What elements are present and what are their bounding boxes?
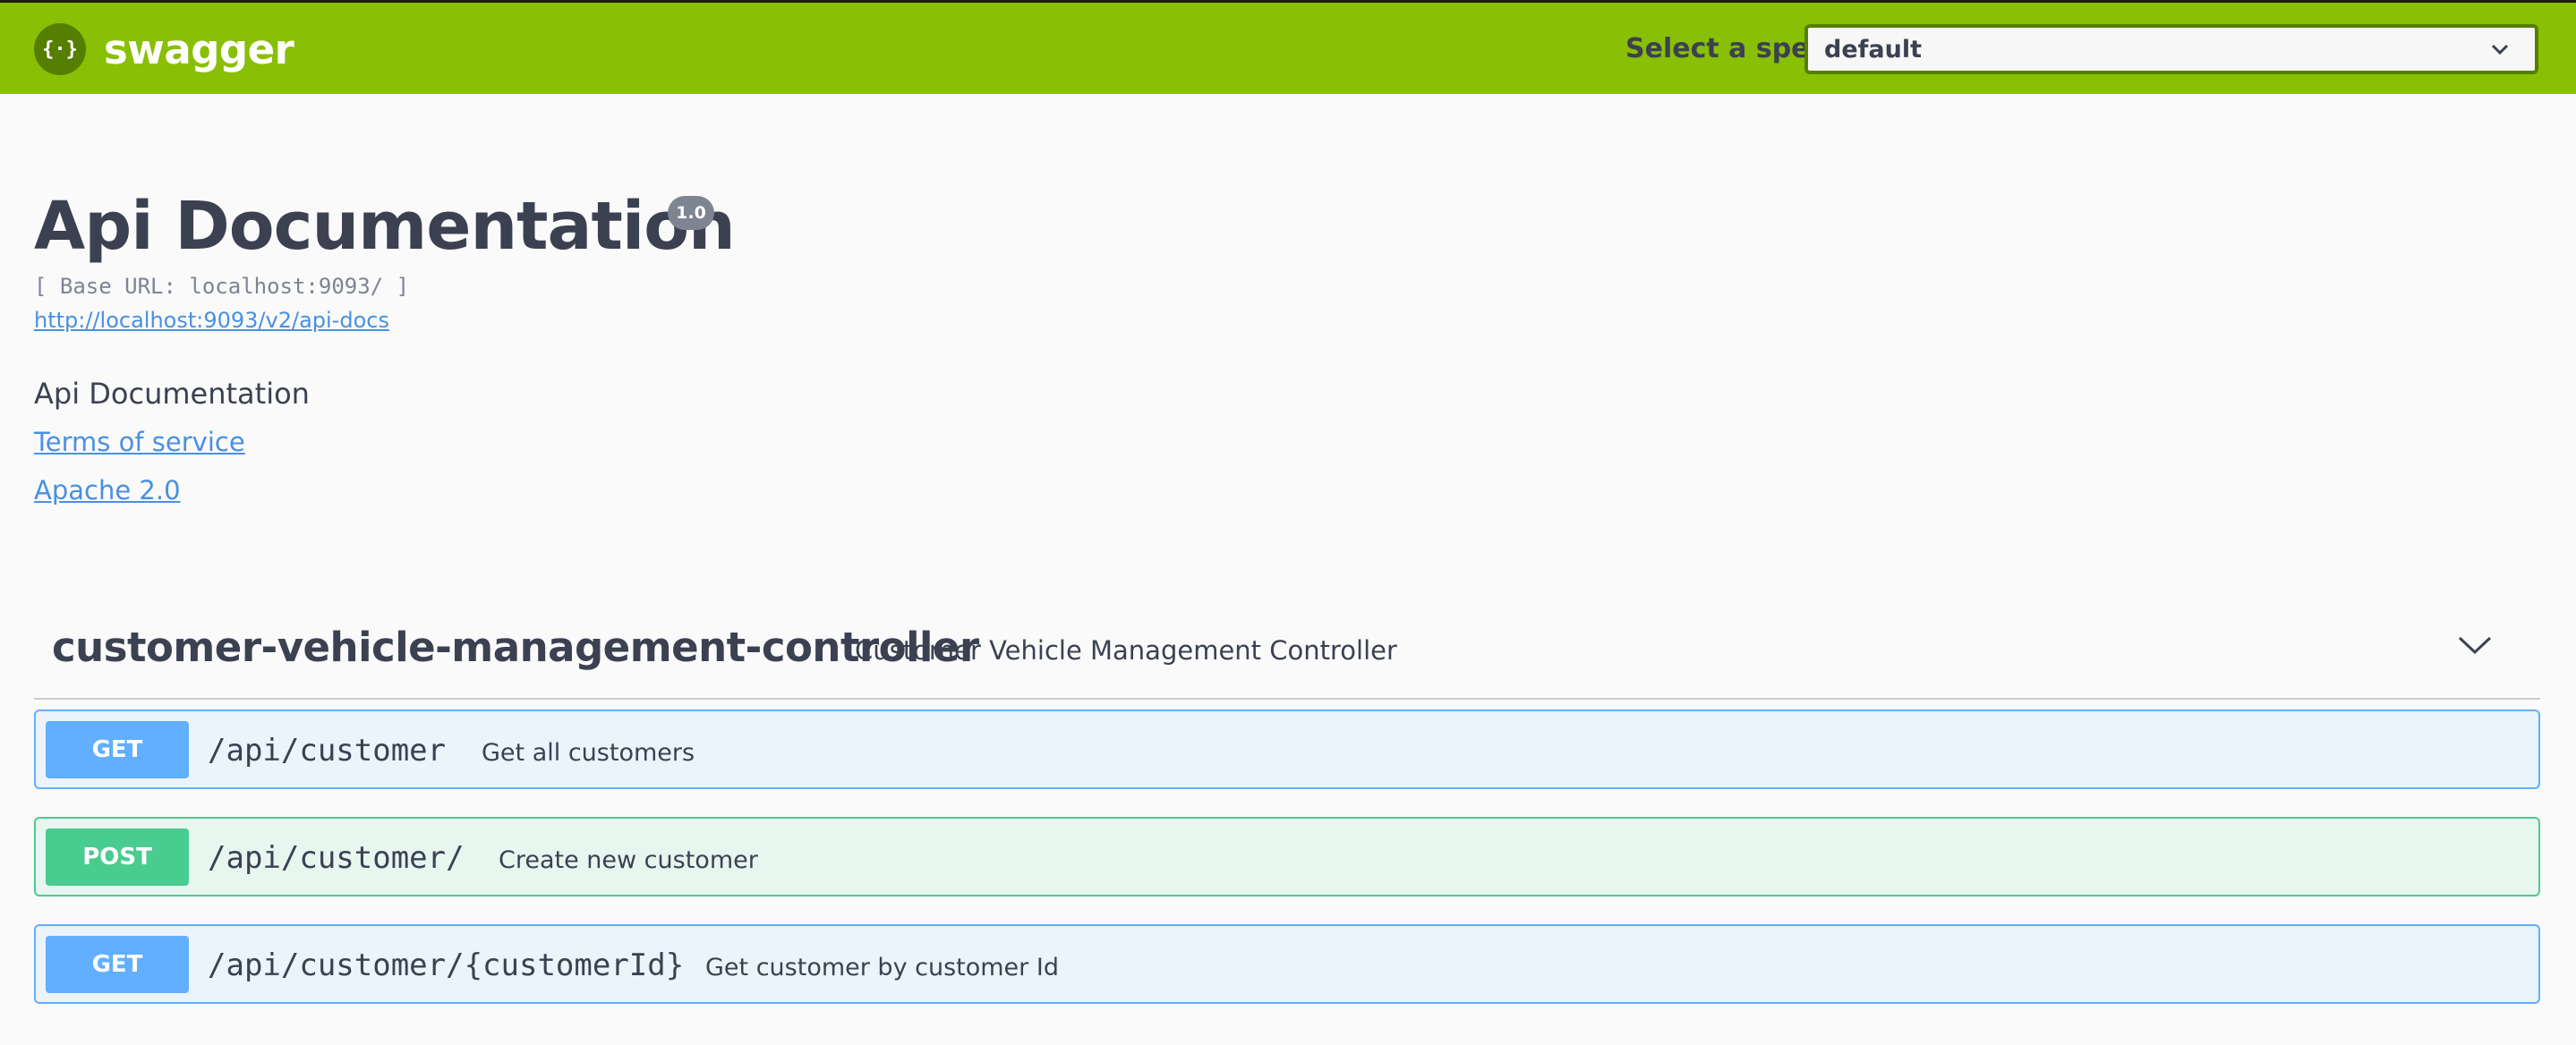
operation-summary: Get all customers [482,739,695,767]
operation-path: /api/customer [208,733,447,769]
method-badge: GET [46,936,189,993]
base-url: [ Base URL: localhost:9093/ ] [34,274,410,299]
logo-text: swagger [104,25,294,73]
operation-path: /api/customer/{customerId} [208,947,685,983]
tag-section-header[interactable]: customer-vehicle-management-controller C… [34,619,2540,700]
operation-post-customer[interactable]: POST /api/customer/ Create new customer [34,817,2540,896]
swagger-logo[interactable]: {·} swagger [34,22,294,76]
chevron-down-icon [2491,44,2509,55]
svg-text:{·}: {·} [42,38,78,61]
api-docs-link[interactable]: http://localhost:9093/v2/api-docs [34,308,389,333]
operation-summary: Get customer by customer Id [705,954,1059,981]
license-link[interactable]: Apache 2.0 [34,475,181,506]
tag-name: customer-vehicle-management-controller [52,624,979,671]
terms-of-service-link[interactable]: Terms of service [34,427,245,457]
topbar: {·} swagger Select a spec default [0,0,2576,94]
version-badge: 1.0 [668,196,714,230]
operation-get-customer-by-id[interactable]: GET /api/customer/{customerId} Get custo… [34,924,2540,1004]
operation-path: /api/customer/ [208,840,465,876]
method-badge: POST [46,828,189,886]
api-description: Api Documentation [34,377,310,411]
tag-description: Customer Vehicle Management Controller [855,635,1397,666]
spec-select-value: default [1824,35,1922,64]
operation-get-customers[interactable]: GET /api/customer Get all customers [34,709,2540,789]
method-badge: GET [46,721,189,778]
spec-select[interactable]: default [1804,24,2538,74]
page-title: Api Documentation [34,188,736,265]
spec-select-label: Select a spec [1625,33,1826,64]
swagger-braces-icon: {·} [34,23,86,75]
chevron-down-icon[interactable] [2456,630,2494,660]
operation-summary: Create new customer [499,846,758,874]
